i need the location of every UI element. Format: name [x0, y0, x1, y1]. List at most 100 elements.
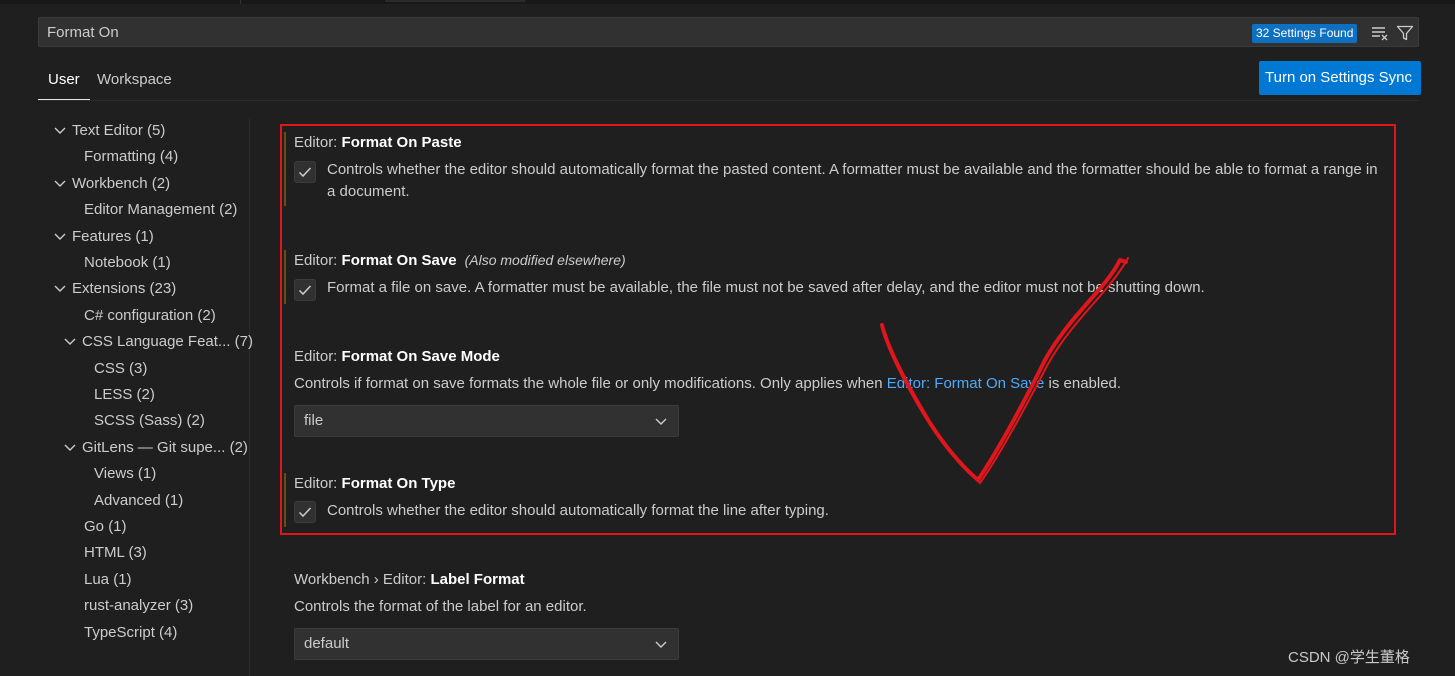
tab-user[interactable]: User — [38, 66, 90, 100]
toc-item-extensions[interactable]: Extensions (23) — [52, 276, 176, 302]
watermark: CSDN @学生董格 — [1288, 649, 1410, 666]
setting-category: Editor: — [294, 475, 342, 492]
setting-category: Editor: — [294, 348, 342, 365]
setting-title: Workbench › Editor: Label Format — [294, 571, 525, 588]
toc-item-editor-management[interactable]: Editor Management (2) — [84, 197, 237, 223]
toc-label: Advanced — [94, 492, 161, 509]
toc-item-html[interactable]: HTML (3) — [84, 540, 147, 566]
modified-elsewhere-note[interactable]: (Also modified elsewhere) — [465, 252, 626, 268]
toc-item-csharp-configuration[interactable]: C# configuration (2) — [84, 303, 216, 329]
clear-filter-icon[interactable] — [1371, 24, 1389, 42]
format-on-type-checkbox[interactable] — [294, 501, 316, 523]
turn-on-settings-sync-button[interactable]: Turn on Settings Sync — [1259, 61, 1421, 95]
results-count-badge: 32 Settings Found — [1252, 24, 1358, 43]
toc-count: (2) — [186, 412, 205, 429]
chevron-down-icon — [64, 444, 76, 451]
tabs-divider — [38, 100, 1419, 101]
toc-label: Editor Management — [84, 201, 215, 218]
toc-item-typescript[interactable]: TypeScript (4) — [84, 620, 177, 646]
chevron-down-icon — [54, 180, 66, 187]
toc-item-workbench[interactable]: Workbench (2) — [52, 171, 170, 197]
toc-count: (1) — [137, 465, 157, 482]
toc-count: (5) — [147, 122, 166, 139]
toc-label: Lua — [84, 571, 110, 588]
setting-title: Editor: Format On Paste — [294, 134, 462, 151]
toc-item-views[interactable]: Views (1) — [94, 461, 156, 487]
toc-label: Formatting — [84, 148, 156, 165]
setting-format-on-type: Editor: Format On Type Controls whether … — [282, 473, 1392, 533]
toc-item-text-editor[interactable]: Text Editor (5) — [52, 118, 165, 144]
toc-item-formatting[interactable]: Formatting (4) — [84, 144, 178, 170]
toc-label: Extensions — [72, 280, 146, 297]
chevron-down-icon — [64, 338, 76, 345]
toc-count: (7) — [234, 333, 253, 350]
toc-label: CSS — [94, 360, 125, 377]
setting-name: Format On Type — [341, 475, 456, 492]
toc-label: CSS Language Feat... — [82, 333, 231, 350]
toc-count: (2) — [151, 175, 171, 192]
toc-count: (4) — [159, 148, 179, 165]
toc-label: Views — [94, 465, 134, 482]
settings-list: Editor: Format On Paste Controls whether… — [282, 118, 1402, 676]
setting-title: Editor: Format On Save Mode — [294, 348, 500, 365]
select-value: default — [304, 635, 350, 652]
setting-description: Controls whether the editor should autom… — [327, 161, 1378, 200]
toc-item-go[interactable]: Go (1) — [84, 514, 127, 540]
toc-label: Features — [72, 228, 132, 245]
chevron-down-icon — [655, 641, 667, 648]
toc-item-rust-analyzer[interactable]: rust-analyzer (3) — [84, 593, 193, 619]
tab-workspace[interactable]: Workspace — [87, 66, 182, 100]
setting-title: Editor: Format On Type — [294, 475, 455, 492]
select-value: file — [304, 412, 324, 429]
modified-indicator — [284, 132, 286, 206]
toc-count: (1) — [113, 571, 132, 588]
toc-label: TypeScript — [84, 624, 155, 641]
setting-format-on-save-mode: Editor: Format On Save Mode Controls if … — [282, 346, 1392, 441]
setting-category: Editor: — [294, 134, 342, 151]
toc-count: (2) — [219, 201, 238, 218]
toc-item-features[interactable]: Features (1) — [52, 224, 154, 250]
toc-label: GitLens — Git supe... — [82, 439, 226, 456]
format-on-save-mode-select[interactable]: file — [294, 405, 679, 437]
chevron-down-icon — [54, 285, 66, 292]
setting-description: Controls the format of the label for an … — [294, 598, 587, 615]
toc-item-scss[interactable]: SCSS (Sass) (2) — [94, 408, 205, 434]
format-on-save-link[interactable]: Editor: Format On Save — [887, 375, 1045, 392]
toc-count: (2) — [229, 439, 248, 456]
format-on-paste-checkbox[interactable] — [294, 161, 316, 183]
check-icon — [298, 285, 312, 296]
setting-category: Editor: — [294, 252, 342, 269]
toc-count: (1) — [135, 228, 154, 245]
chevron-down-icon — [655, 418, 667, 425]
toc-count: (2) — [136, 386, 155, 403]
toc-label: Go — [84, 518, 105, 535]
toc-item-notebook[interactable]: Notebook (1) — [84, 250, 171, 276]
settings-search-input[interactable]: Format On 32 Settings Found — [38, 17, 1419, 47]
description-text: is enabled. — [1044, 375, 1122, 392]
toc-label: Workbench — [72, 175, 148, 192]
label-format-select[interactable]: default — [294, 628, 679, 660]
toc-item-css-language-features[interactable]: CSS Language Feat... (7) — [62, 329, 253, 355]
settings-editor: Format On 32 Settings Found User Workspa… — [0, 0, 1455, 676]
chevron-down-icon — [54, 233, 66, 240]
setting-format-on-save: Editor: Format On Save (Also modified els… — [282, 250, 1392, 310]
toc-item-css[interactable]: CSS (3) — [94, 356, 147, 382]
toc-item-gitlens[interactable]: GitLens — Git supe... (2) — [62, 435, 248, 461]
setting-name: Format On Paste — [341, 134, 462, 151]
setting-description: Controls if format on save formats the w… — [294, 373, 1354, 395]
format-on-save-checkbox[interactable] — [294, 279, 316, 301]
description-text: Controls if format on save formats the w… — [294, 375, 887, 392]
toc-count: (3) — [128, 544, 147, 561]
search-query: Format On — [47, 24, 119, 41]
toc-item-less[interactable]: LESS (2) — [94, 382, 155, 408]
toc-label: LESS — [94, 386, 133, 403]
filter-icon[interactable] — [1396, 24, 1414, 42]
toc-item-lua[interactable]: Lua (1) — [84, 567, 132, 593]
modified-indicator — [284, 250, 286, 304]
toc-label: HTML — [84, 544, 125, 561]
setting-description: Controls whether the editor should autom… — [327, 502, 829, 519]
setting-title: Editor: Format On Save (Also modified els… — [294, 252, 626, 269]
check-icon — [298, 167, 312, 178]
toc-item-advanced[interactable]: Advanced (1) — [94, 488, 183, 514]
toc-divider — [249, 118, 250, 676]
